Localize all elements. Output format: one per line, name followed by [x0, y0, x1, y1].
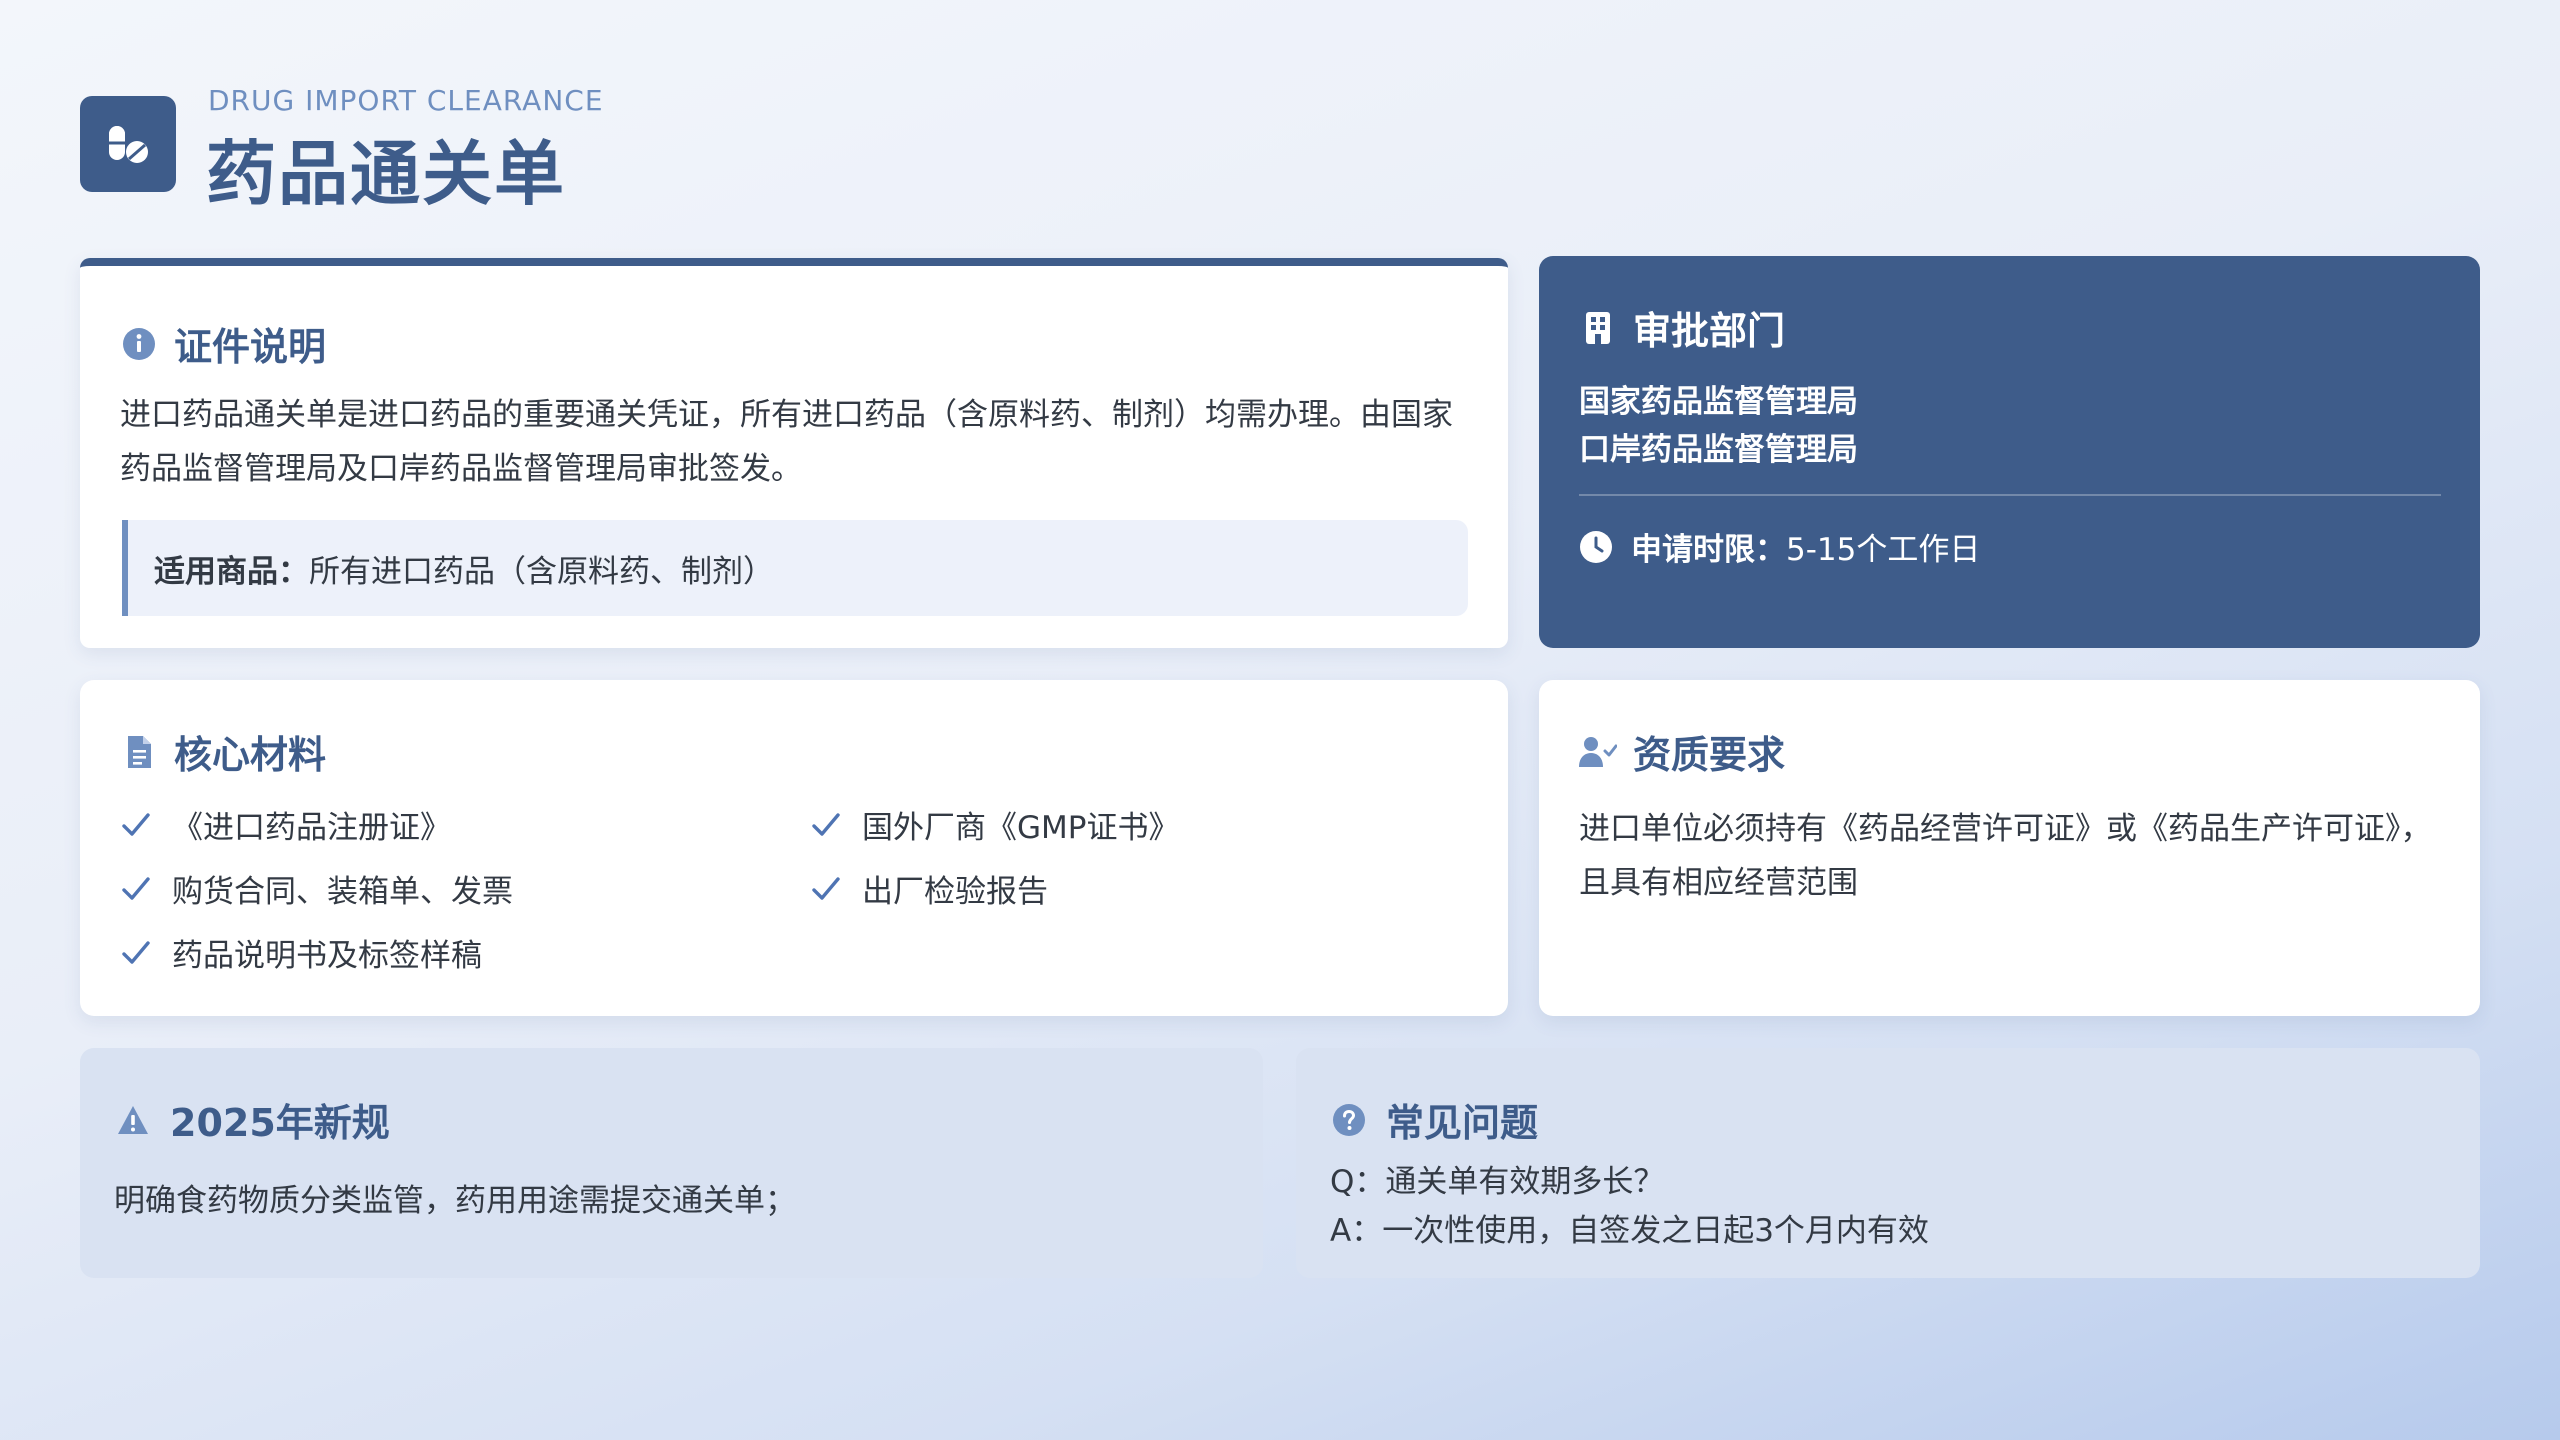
material-item: 《进口药品注册证》: [120, 802, 451, 847]
certificate-title: 证件说明: [174, 325, 327, 369]
qualification-card: 资质要求 进口单位必须持有《药品经营许可证》或《药品生产许可证》，且具有相应经营…: [1539, 680, 2480, 1016]
page-title: 药品通关单: [206, 133, 566, 215]
clock-icon: [1579, 530, 1613, 564]
question-circle-icon: [1330, 1101, 1368, 1139]
building-icon: [1579, 309, 1617, 347]
material-item: 国外厂商《GMP证书》: [810, 802, 1179, 847]
app-logo: [80, 96, 176, 192]
pills-icon: [109, 126, 148, 163]
page-subtitle: DRUG IMPORT CLEARANCE: [208, 84, 604, 117]
applicable-goods-box: 适用商品： 所有进口药品（含原料药、制剂）: [122, 520, 1468, 616]
certificate-heading: 证件说明: [120, 316, 326, 371]
check-icon: [120, 873, 152, 905]
certificate-card: 证件说明 进口药品通关单是进口药品的重要通关凭证，所有进口药品（含原料药、制剂）…: [80, 258, 1508, 648]
application-time-label: 申请时限：: [1631, 532, 1786, 568]
approval-divider: [1579, 494, 2441, 496]
qualification-heading: 资质要求: [1579, 724, 1785, 779]
new-rules-title: 2025年新规: [170, 1101, 390, 1145]
approval-card: 审批部门 国家药品监督管理局 口岸药品监督管理局 申请时限： 5-15个工作日: [1539, 256, 2480, 648]
faq-card: 常见问题 Q：通关单有效期多长？ A：一次性使用，自签发之日起3个月内有效: [1296, 1048, 2480, 1278]
faq-title: 常见问题: [1386, 1101, 1539, 1145]
faq-question: Q：通关单有效期多长？: [1330, 1164, 1665, 1200]
check-icon: [120, 937, 152, 969]
application-time: 申请时限： 5-15个工作日: [1579, 524, 1980, 569]
department-list: 国家药品监督管理局 口岸药品监督管理局: [1579, 378, 1858, 474]
new-rules-text: 明确食药物质分类监管，药用用途需提交通关单；: [114, 1183, 796, 1219]
faq-heading: 常见问题: [1330, 1092, 1538, 1147]
materials-card: 核心材料 《进口药品注册证》 国外厂商《GMP证书》 购货合同、装箱单、发票 出…: [80, 680, 1508, 1016]
faq-content: Q：通关单有效期多长？ A：一次性使用，自签发之日起3个月内有效: [1330, 1158, 1929, 1256]
info-circle-icon: [120, 325, 158, 363]
warning-icon: [114, 1101, 152, 1139]
check-icon: [120, 809, 152, 841]
qualification-title: 资质要求: [1633, 733, 1786, 777]
user-check-icon: [1579, 733, 1617, 771]
material-item: 药品说明书及标签样稿: [120, 930, 482, 975]
certificate-description: 进口药品通关单是进口药品的重要通关凭证，所有进口药品（含原料药、制剂）均需办理。…: [120, 397, 1453, 487]
material-item: 购货合同、装箱单、发票: [120, 866, 513, 911]
materials-title: 核心材料: [174, 733, 327, 777]
check-icon: [810, 809, 842, 841]
qualification-text: 进口单位必须持有《药品经营许可证》或《药品生产许可证》，且具有相应经营范围: [1579, 811, 2432, 901]
material-item: 出厂检验报告: [810, 866, 1048, 911]
applicable-goods-value: 所有进口药品（含原料药、制剂）: [309, 553, 774, 590]
new-rules-heading: 2025年新规: [114, 1092, 390, 1147]
materials-heading: 核心材料: [120, 724, 326, 779]
department-item: 国家药品监督管理局: [1579, 384, 1858, 420]
document-icon: [120, 733, 158, 771]
check-icon: [810, 873, 842, 905]
application-time-value: 5-15个工作日: [1786, 532, 1981, 568]
approval-heading: 审批部门: [1579, 300, 1785, 355]
new-rules-card: 2025年新规 明确食药物质分类监管，药用用途需提交通关单；: [80, 1048, 1263, 1278]
approval-title: 审批部门: [1633, 309, 1786, 353]
department-item: 口岸药品监督管理局: [1579, 432, 1858, 468]
faq-answer: A：一次性使用，自签发之日起3个月内有效: [1330, 1213, 1929, 1249]
applicable-goods-label: 适用商品：: [154, 553, 309, 590]
